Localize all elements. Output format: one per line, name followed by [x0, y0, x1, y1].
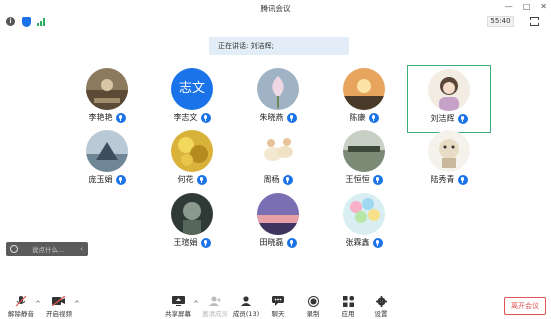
video-label: 开启视频 [46, 310, 72, 318]
participant-name: 李艳艳 [88, 113, 113, 122]
microphone-icon [282, 174, 293, 185]
avatar [343, 68, 385, 110]
title-bar: 腾讯会议 — □ ✕ [0, 0, 551, 16]
participant-tile[interactable]: 志文 李志文 [150, 65, 234, 133]
participant-tile[interactable]: 刘洁辉 [407, 65, 491, 133]
info-icon[interactable]: i [6, 17, 15, 26]
participant-tile[interactable]: 王恒恒 [322, 127, 406, 195]
participant-name: 李志文 [173, 113, 198, 122]
avatar [257, 193, 299, 235]
participant-tile[interactable]: 张霖鑫 [322, 190, 406, 258]
settings-label: 设置 [374, 310, 388, 318]
participant-name: 陆秀青 [430, 175, 455, 184]
avatar [343, 130, 385, 172]
emoji-icon[interactable] [10, 245, 18, 253]
avatar [86, 130, 128, 172]
meeting-status-row: i 55:40 [0, 16, 551, 28]
chat-input[interactable]: 说点什么... ‹ [6, 242, 88, 256]
participant-name: 周杨 [263, 175, 280, 184]
microphone-icon [200, 237, 211, 248]
microphone-icon [200, 112, 211, 123]
participant-tile[interactable]: 李艳艳 [65, 65, 149, 133]
collapse-chat-button[interactable]: ‹ [80, 245, 83, 253]
participant-tile[interactable]: 陆秀青 [407, 127, 491, 195]
video-options-caret[interactable]: ^ [74, 300, 80, 308]
participant-tile[interactable]: 何花 [150, 127, 234, 195]
participant-name: 田晓磊 [259, 238, 284, 247]
signal-icon[interactable] [37, 18, 47, 26]
bottom-toolbar: 解除静音 ^ 开启视频 ^ 共享屏幕 ^ 邀请成员 成员(13) 聊天 录制 应… [0, 292, 551, 319]
speaking-indicator: 正在讲话: 刘洁辉; [209, 37, 349, 55]
participant-name: 张霖鑫 [345, 238, 370, 247]
microphone-icon [286, 237, 297, 248]
maximize-button[interactable]: □ [523, 2, 531, 11]
participant-name: 朱晓燕 [259, 113, 284, 122]
avatar: 志文 [171, 68, 213, 110]
settings-button[interactable]: 设置 [358, 296, 404, 318]
participant-tile[interactable]: 周杨 [236, 127, 320, 195]
avatar [343, 193, 385, 235]
microphone-icon [457, 113, 468, 124]
participant-name: 何花 [177, 175, 194, 184]
participant-name: 庞玉娟 [88, 175, 113, 184]
microphone-icon [115, 174, 126, 185]
gear-icon [358, 296, 404, 307]
meeting-timer: 55:40 [487, 16, 514, 27]
participant-name: 王恒恒 [345, 175, 370, 184]
microphone-icon [196, 174, 207, 185]
microphone-icon [372, 237, 383, 248]
avatar [257, 68, 299, 110]
avatar [171, 130, 213, 172]
microphone-icon [115, 112, 126, 123]
microphone-icon [368, 112, 379, 123]
participant-tile[interactable]: 朱晓燕 [236, 65, 320, 133]
participant-tile[interactable]: 田晓磊 [236, 190, 320, 258]
participant-name: 王瑄娟 [173, 238, 198, 247]
avatar [86, 68, 128, 110]
microphone-icon [372, 174, 383, 185]
chat-placeholder: 说点什么... [32, 246, 65, 254]
avatar [171, 193, 213, 235]
participant-name: 刘洁辉 [430, 114, 455, 123]
avatar [428, 69, 470, 111]
participant-tile[interactable]: 王瑄娟 [150, 190, 234, 258]
shield-icon[interactable] [22, 17, 31, 27]
microphone-icon [286, 112, 297, 123]
avatar [428, 130, 470, 172]
window-title: 腾讯会议 [260, 4, 291, 13]
microphone-icon [457, 174, 468, 185]
minimize-button[interactable]: — [505, 2, 513, 11]
avatar [257, 130, 299, 172]
participant-name: 陈康 [349, 113, 366, 122]
window-controls: — □ ✕ [505, 2, 547, 11]
participant-tile[interactable]: 陈康 [322, 65, 406, 133]
fullscreen-icon[interactable] [530, 17, 539, 26]
leave-meeting-button[interactable]: 离开会议 [504, 297, 546, 315]
participant-tile[interactable]: 庞玉娟 [65, 127, 149, 195]
close-button[interactable]: ✕ [540, 2, 547, 11]
